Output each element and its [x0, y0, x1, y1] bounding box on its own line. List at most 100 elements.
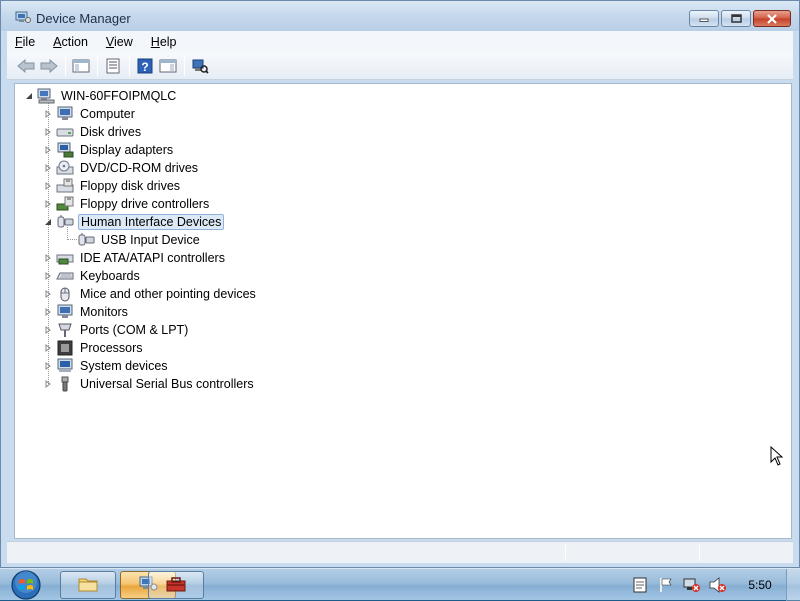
- monitor-icon: [56, 304, 74, 320]
- tree-root[interactable]: WIN-60FFOIPMQLC: [25, 87, 178, 105]
- tree-root-label: WIN-60FFOIPMQLC: [61, 89, 177, 103]
- tree-item-disk-drives[interactable]: Disk drives: [44, 123, 143, 141]
- mouse-pointer-icon: [770, 446, 784, 466]
- back-arrow-icon[interactable]: [15, 55, 37, 77]
- forward-arrow-icon[interactable]: [38, 55, 60, 77]
- menu-view-mnemonic: V: [105, 35, 115, 49]
- expand-arrow-icon[interactable]: [44, 146, 52, 154]
- toolbar-separator: [184, 56, 185, 76]
- title-bar[interactable]: Device Manager: [1, 1, 799, 31]
- expand-arrow-icon[interactable]: [44, 290, 52, 298]
- scan-hardware-icon[interactable]: [189, 55, 211, 77]
- device-manager-window: Device Manager File Action View Help ? W…: [0, 0, 800, 568]
- menu-file-mnemonic: F: [15, 35, 23, 49]
- tree-item-label: USB Input Device: [101, 233, 200, 247]
- hid-icon: [77, 232, 95, 248]
- tree-item-processors[interactable]: Processors: [44, 339, 145, 357]
- tree-item-ports[interactable]: Ports (COM & LPT): [44, 321, 190, 339]
- status-bar-separator: [565, 545, 566, 561]
- menu-help[interactable]: Help: [143, 35, 185, 49]
- expand-arrow-icon[interactable]: [44, 128, 52, 136]
- usb-icon: [56, 376, 74, 392]
- expand-arrow-icon[interactable]: [44, 308, 52, 316]
- tree-item-computer[interactable]: Computer: [44, 105, 137, 123]
- tree-item-floppy-drive-controllers[interactable]: Floppy drive controllers: [44, 195, 211, 213]
- tree-item-label: Display adapters: [80, 143, 174, 157]
- expand-arrow-icon[interactable]: [44, 254, 52, 262]
- status-bar: [7, 541, 793, 563]
- help-icon[interactable]: ?: [134, 55, 156, 77]
- mouse-icon: [56, 286, 74, 302]
- menu-action[interactable]: Action: [45, 35, 96, 49]
- toolbar: ?: [7, 53, 793, 80]
- taskbar-button-toolbox[interactable]: [148, 571, 204, 599]
- expand-arrow-icon[interactable]: [44, 182, 52, 190]
- menu-file-label: ile: [22, 35, 36, 49]
- keyboard-icon: [56, 268, 74, 284]
- toolbar-separator: [97, 56, 98, 76]
- tree-item-display-adapters[interactable]: Display adapters: [44, 141, 175, 159]
- action-center-flag-icon[interactable]: [656, 576, 676, 594]
- tree-item-human-interface-devices[interactable]: Human Interface Devices: [44, 213, 225, 231]
- clock[interactable]: 5:50: [734, 578, 786, 592]
- tree-item-floppy-disk-drives[interactable]: Floppy disk drives: [44, 177, 182, 195]
- tree-item-label: IDE ATA/ATAPI controllers: [80, 251, 225, 265]
- volume-muted-icon[interactable]: [708, 576, 728, 594]
- tree-item-label: Monitors: [80, 305, 128, 319]
- menu-file[interactable]: File: [7, 35, 43, 49]
- tree-item-label: System devices: [80, 359, 168, 373]
- expand-arrow-icon[interactable]: [44, 326, 52, 334]
- status-bar-separator: [699, 545, 700, 561]
- ide-controller-icon: [56, 250, 74, 266]
- hid-icon: [56, 214, 74, 230]
- network-icon[interactable]: [682, 576, 702, 594]
- collapse-arrow-icon[interactable]: [25, 92, 33, 100]
- tree-item-usb-input-device[interactable]: USB Input Device: [63, 231, 202, 249]
- window-title: Device Manager: [36, 11, 131, 26]
- tree-item-label: DVD/CD-ROM drives: [80, 161, 199, 175]
- taskbar-button-explorer[interactable]: [60, 571, 116, 599]
- tree-item-monitors[interactable]: Monitors: [44, 303, 130, 321]
- properties-icon[interactable]: [102, 55, 124, 77]
- expand-arrow-icon[interactable]: [44, 200, 52, 208]
- tree-item-label: Mice and other pointing devices: [80, 287, 256, 301]
- maximize-button[interactable]: [721, 10, 751, 27]
- folder-icon: [78, 576, 98, 595]
- processor-icon: [56, 340, 74, 356]
- display-adapter-icon: [56, 142, 74, 158]
- taskbar: 5:50: [0, 568, 800, 601]
- device-tree-pane[interactable]: WIN-60FFOIPMQLC Computer Disk drives Dis…: [14, 83, 792, 539]
- tree-item-ide-ata-atapi-controllers[interactable]: IDE ATA/ATAPI controllers: [44, 249, 227, 267]
- menu-view[interactable]: View: [98, 35, 141, 49]
- tree-item-dvd-cd-rom-drives[interactable]: DVD/CD-ROM drives: [44, 159, 200, 177]
- tree-item-label: Floppy drive controllers: [80, 197, 210, 211]
- collapse-arrow-icon[interactable]: [44, 218, 52, 226]
- computer-icon: [37, 88, 55, 104]
- port-icon: [56, 322, 74, 338]
- floppy-drive-icon: [56, 178, 74, 194]
- show-desktop-button[interactable]: [786, 569, 800, 601]
- minimize-button[interactable]: [689, 10, 719, 27]
- show-hide-console-tree-icon[interactable]: [70, 55, 92, 77]
- tree-item-label: Keyboards: [80, 269, 140, 283]
- expand-arrow-icon[interactable]: [44, 272, 52, 280]
- expand-arrow-icon[interactable]: [44, 344, 52, 352]
- start-button[interactable]: [8, 569, 44, 601]
- tree-item-label: Computer: [80, 107, 135, 121]
- notes-icon[interactable]: [630, 576, 650, 594]
- expand-arrow-icon[interactable]: [44, 380, 52, 388]
- toolbar-separator: [129, 56, 130, 76]
- close-button[interactable]: [753, 10, 791, 27]
- tree-item-mice[interactable]: Mice and other pointing devices: [44, 285, 258, 303]
- toolbar-separator: [65, 56, 66, 76]
- device-tree: WIN-60FFOIPMQLC Computer Disk drives Dis…: [15, 84, 791, 538]
- expand-arrow-icon[interactable]: [44, 164, 52, 172]
- expand-arrow-icon[interactable]: [44, 362, 52, 370]
- tree-item-system-devices[interactable]: System devices: [44, 357, 170, 375]
- tree-item-keyboards[interactable]: Keyboards: [44, 267, 142, 285]
- action-pane-icon[interactable]: [157, 55, 179, 77]
- tree-connector: [67, 239, 77, 240]
- tree-item-usb-controllers[interactable]: Universal Serial Bus controllers: [44, 375, 256, 393]
- toolbox-icon: [166, 576, 186, 595]
- expand-arrow-icon[interactable]: [44, 110, 52, 118]
